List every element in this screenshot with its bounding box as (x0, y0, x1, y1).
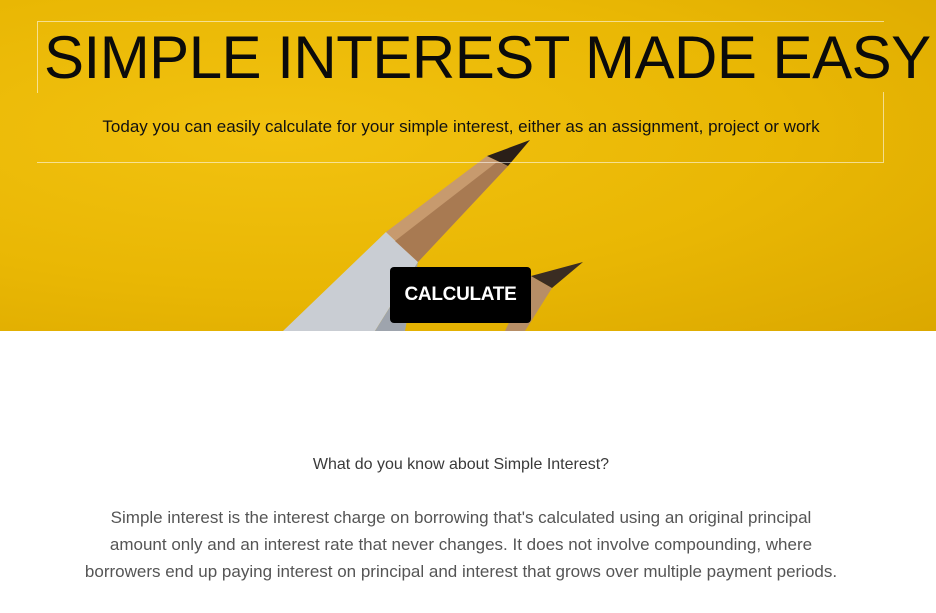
about-paragraph: Simple interest is the interest charge o… (84, 508, 838, 581)
hero-subtitle: Today you can easily calculate for your … (102, 117, 820, 136)
about-heading: What do you know about Simple Interest? (312, 456, 610, 473)
calculate-button[interactable]: CALCULATE (390, 267, 531, 323)
page-title: SIMPLE INTEREST MADE EASY (44, 24, 931, 91)
hero-section: SIMPLE INTEREST MADE EASY Today you can … (0, 0, 936, 331)
